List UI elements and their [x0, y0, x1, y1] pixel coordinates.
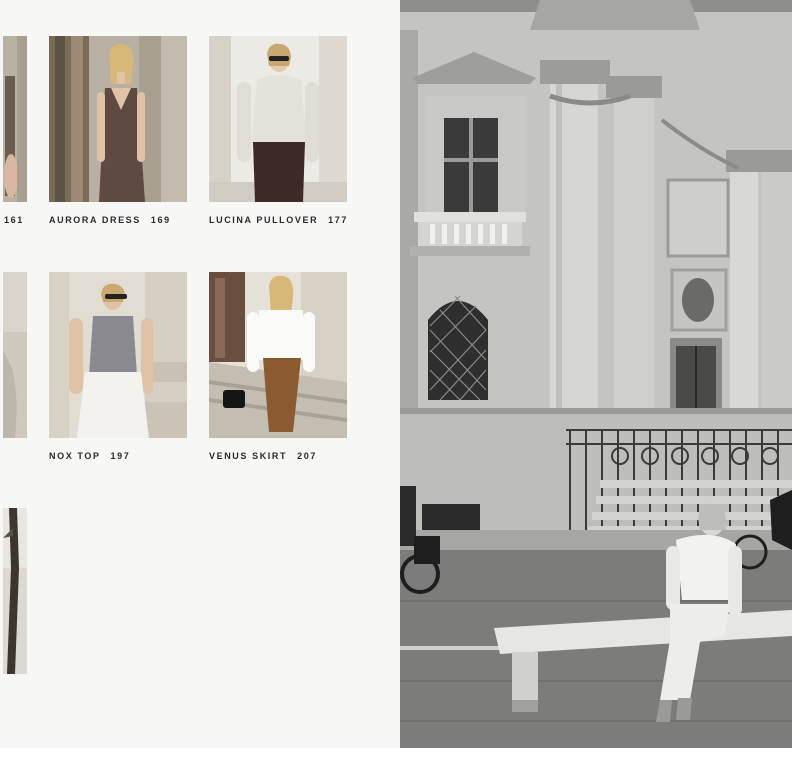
lucina-pullover-caption: LUCINA PULLOVER 177 [209, 215, 348, 225]
item-name: NOX TOP [49, 451, 101, 461]
item-name: VENUS SKIRT [209, 451, 288, 461]
venus-skirt-photo[interactable] [209, 272, 347, 438]
aurora-dress-caption: AURORA DRESS 169 [49, 215, 171, 225]
item-page-number: 177 [328, 215, 348, 225]
nox-top-photo[interactable] [49, 272, 187, 438]
venus-skirt-caption: VENUS SKIRT 207 [209, 451, 317, 461]
item-page-number: 169 [150, 215, 171, 225]
item-name: LUCINA PULLOVER [209, 215, 319, 225]
partial-thumbnail-middle[interactable] [3, 272, 27, 438]
street-photo [400, 0, 792, 748]
page-bottom-margin [0, 748, 792, 777]
aurora-dress-photo[interactable] [49, 36, 187, 202]
item-name: AURORA DRESS [49, 215, 141, 225]
item-page-number: 207 [297, 451, 317, 461]
partial-page-number: 161 [4, 215, 24, 225]
partial-thumbnail-top[interactable] [3, 36, 27, 202]
lucina-pullover-photo[interactable] [209, 36, 347, 202]
partial-thumbnail-bottom[interactable] [3, 508, 27, 674]
item-page-number: 197 [110, 451, 131, 461]
church-facade-scene [400, 0, 792, 748]
catalog-page: 161 AURORA DRESS 169 LUCINA PULLOVER 177… [0, 0, 400, 748]
nox-top-caption: NOX TOP 197 [49, 451, 130, 461]
magazine-spread: 161 AURORA DRESS 169 LUCINA PULLOVER 177… [0, 0, 792, 777]
